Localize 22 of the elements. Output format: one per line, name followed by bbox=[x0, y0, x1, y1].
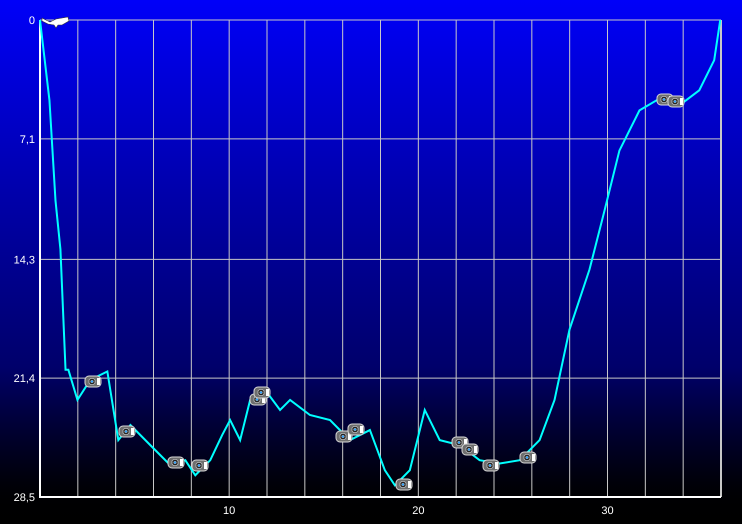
camera-icon bbox=[254, 386, 270, 398]
camera-icon bbox=[348, 424, 364, 436]
y-tick-label: 0 bbox=[28, 15, 35, 27]
y-tick-label: 14,3 bbox=[14, 254, 35, 266]
camera-icon bbox=[84, 376, 102, 388]
camera-icon bbox=[192, 460, 208, 472]
x-tick-label: 20 bbox=[412, 505, 424, 517]
camera-icon bbox=[168, 456, 184, 468]
camera-icon bbox=[396, 478, 412, 490]
y-tick-label: 7,1 bbox=[20, 134, 35, 146]
x-tick-label: 30 bbox=[601, 505, 614, 517]
y-tick-label: 28,5 bbox=[14, 492, 35, 504]
camera-icon bbox=[482, 460, 500, 472]
camera-icon bbox=[462, 444, 478, 456]
camera-icon bbox=[668, 96, 684, 108]
camera-icon bbox=[336, 430, 352, 442]
camera-icon bbox=[452, 436, 468, 448]
camera-icon bbox=[118, 426, 136, 438]
x-tick-label: 10 bbox=[223, 505, 236, 517]
diver-icon bbox=[42, 16, 70, 29]
y-tick-label: 21,4 bbox=[14, 373, 35, 386]
camera-icon bbox=[520, 452, 536, 464]
